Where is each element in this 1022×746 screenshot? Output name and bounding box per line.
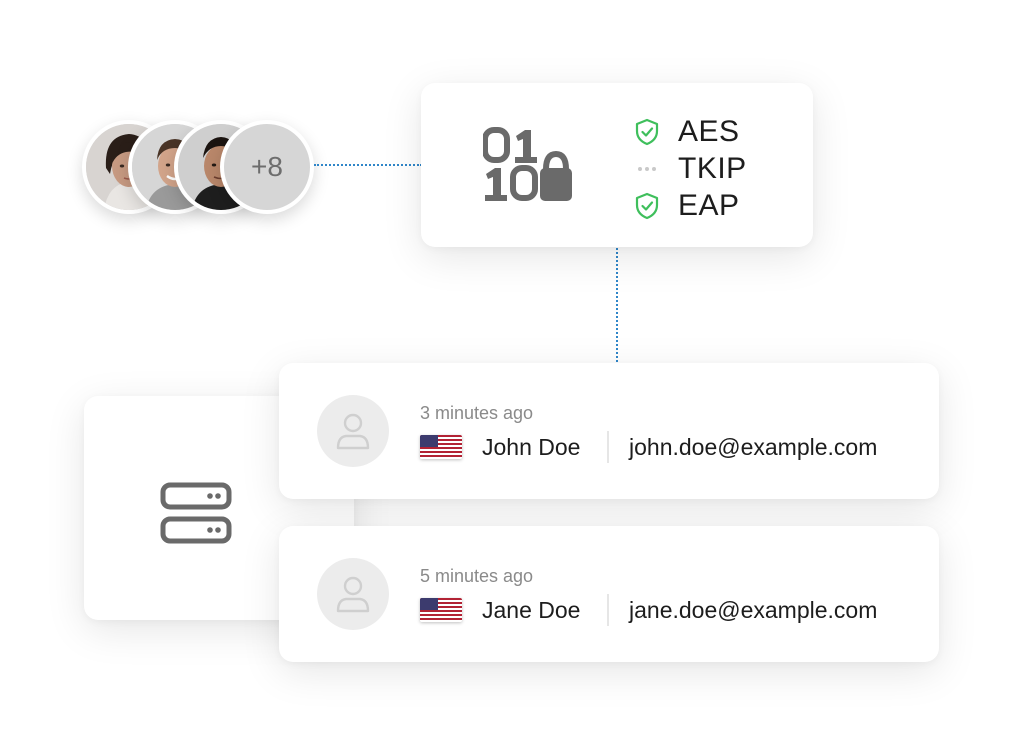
session-card[interactable]: 5 minutes ago Jane Doe jane.doe@example.… <box>279 526 939 662</box>
protocol-row-eap: EAP <box>633 187 747 224</box>
connector-line-horizontal <box>314 164 422 166</box>
protocol-row-tkip: TKIP <box>633 150 747 187</box>
protocol-row-aes: AES <box>633 113 747 150</box>
us-flag-icon <box>420 435 462 459</box>
more-users-count: +8 <box>251 151 283 182</box>
user-icon <box>336 413 370 450</box>
user-name: John Doe <box>482 433 581 460</box>
session-time: 3 minutes ago <box>420 403 534 423</box>
session-details: John Doe john.doe@example.com <box>420 429 877 465</box>
protocol-list: AES TKIP EAP <box>633 113 747 224</box>
user-email: jane.doe@example.com <box>629 596 878 623</box>
more-users-badge[interactable]: +8 <box>220 120 314 214</box>
server-icon <box>160 482 232 551</box>
canvas: +8 AES TKIP EAP 3 minutes ago John Doe j… <box>0 0 1022 746</box>
session-card[interactable]: 3 minutes ago John Doe john.doe@example.… <box>279 363 939 499</box>
us-flag-icon <box>420 598 462 622</box>
encryption-card: AES TKIP EAP <box>421 83 813 247</box>
session-time: 5 minutes ago <box>420 566 534 586</box>
protocol-label-aes: AES <box>678 114 740 148</box>
session-details: Jane Doe jane.doe@example.com <box>420 592 877 628</box>
protocol-label-tkip: TKIP <box>678 151 747 185</box>
user-email: john.doe@example.com <box>629 433 878 460</box>
connector-line-vertical <box>616 248 618 362</box>
dots-icon <box>633 155 661 183</box>
divider <box>607 431 609 463</box>
protocol-label-eap: EAP <box>678 188 740 222</box>
shield-check-icon <box>633 192 661 220</box>
user-name: Jane Doe <box>482 596 581 623</box>
user-avatar-placeholder <box>317 395 389 467</box>
divider <box>607 594 609 626</box>
shield-check-icon <box>633 118 661 146</box>
avatar-group[interactable]: +8 <box>82 120 318 214</box>
user-avatar-placeholder <box>317 558 389 630</box>
user-icon <box>336 576 370 613</box>
binary-lock-icon <box>482 127 573 208</box>
